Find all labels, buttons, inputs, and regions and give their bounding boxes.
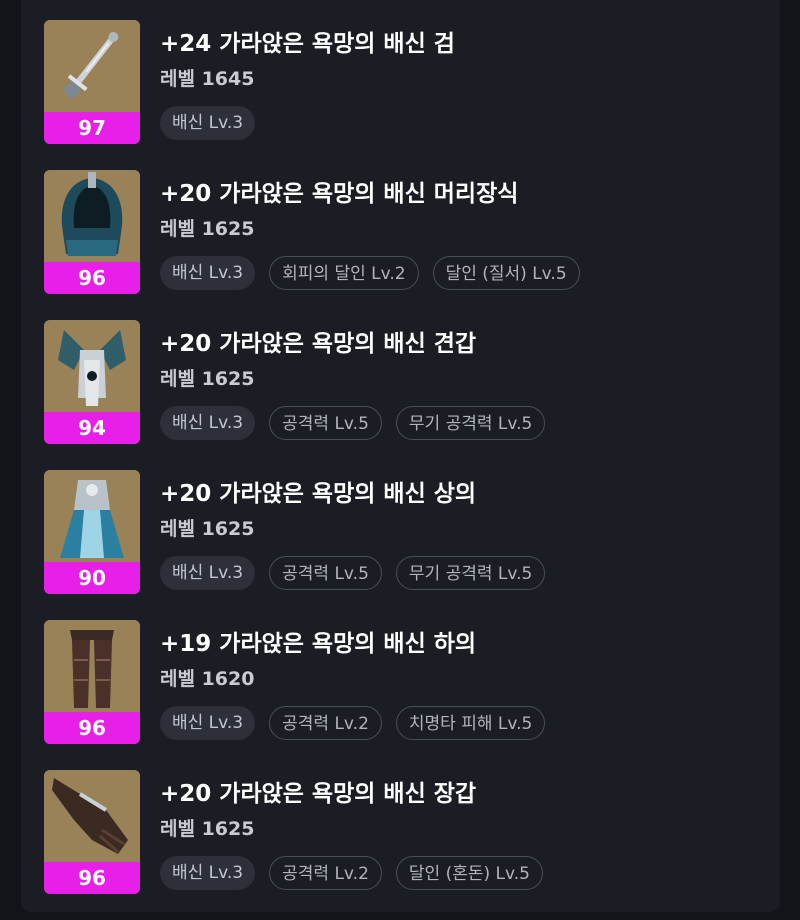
item-thumbnail[interactable]: 96	[44, 620, 140, 744]
tag-engraving: 무기 공격력 Lv.5	[395, 556, 546, 590]
item-name: +24 가라앉은 욕망의 배신 검	[160, 31, 455, 57]
tag-engraving: 공격력 Lv.5	[269, 556, 382, 590]
equipment-item-shoulder[interactable]: 94 +20 가라앉은 욕망의 배신 견갑 레벨 1625 배신 Lv.3 공격…	[44, 320, 764, 444]
tag-engraving: 치명타 피해 Lv.5	[395, 706, 546, 740]
item-tags: 배신 Lv.3 공격력 Lv.2 달인 (혼돈) Lv.5	[160, 856, 543, 890]
equipment-item-legs[interactable]: 96 +19 가라앉은 욕망의 배신 하의 레벨 1620 배신 Lv.3 공격…	[44, 620, 764, 744]
item-tags: 배신 Lv.3 회피의 달인 Lv.2 달인 (질서) Lv.5	[160, 256, 580, 290]
item-thumbnail[interactable]: 96	[44, 170, 140, 294]
item-level: 레벨 1625	[160, 818, 255, 840]
item-thumbnail[interactable]: 97	[44, 20, 140, 144]
item-thumbnail[interactable]: 94	[44, 320, 140, 444]
item-name: +20 가라앉은 욕망의 배신 견갑	[160, 331, 477, 357]
item-tags: 배신 Lv.3 공격력 Lv.2 치명타 피해 Lv.5	[160, 706, 546, 740]
item-level: 레벨 1645	[160, 68, 255, 90]
item-level: 레벨 1620	[160, 668, 255, 690]
tag-set-effect: 배신 Lv.3	[160, 556, 256, 590]
tag-engraving: 회피의 달인 Lv.2	[269, 256, 419, 290]
tag-engraving: 무기 공격력 Lv.5	[395, 406, 546, 440]
item-name: +19 가라앉은 욕망의 배신 하의	[160, 631, 477, 657]
leg-armor-icon	[44, 620, 140, 712]
equipment-item-gloves[interactable]: 96 +20 가라앉은 욕망의 배신 장갑 레벨 1625 배신 Lv.3 공격…	[44, 770, 764, 894]
quality-badge: 96	[44, 862, 140, 894]
item-tags: 배신 Lv.3	[160, 106, 256, 140]
item-tags: 배신 Lv.3 공격력 Lv.5 무기 공격력 Lv.5	[160, 556, 546, 590]
equipment-item-chest[interactable]: 90 +20 가라앉은 욕망의 배신 상의 레벨 1625 배신 Lv.3 공격…	[44, 470, 764, 594]
tag-set-effect: 배신 Lv.3	[160, 106, 256, 140]
quality-badge: 96	[44, 712, 140, 744]
quality-badge: 97	[44, 112, 140, 144]
item-name: +20 가라앉은 욕망의 배신 머리장식	[160, 181, 519, 207]
tag-set-effect: 배신 Lv.3	[160, 256, 256, 290]
item-thumbnail[interactable]: 96	[44, 770, 140, 894]
item-level: 레벨 1625	[160, 368, 255, 390]
tag-set-effect: 배신 Lv.3	[160, 406, 256, 440]
tag-engraving: 공격력 Lv.2	[269, 856, 382, 890]
shoulder-armor-icon	[44, 320, 140, 412]
quality-badge: 90	[44, 562, 140, 594]
equipment-panel: 97 +24 가라앉은 욕망의 배신 검 레벨 1645 배신 Lv.3 96 …	[21, 0, 780, 912]
tag-engraving: 달인 (질서) Lv.5	[432, 256, 580, 290]
tag-set-effect: 배신 Lv.3	[160, 706, 256, 740]
equipment-item-weapon[interactable]: 97 +24 가라앉은 욕망의 배신 검 레벨 1645 배신 Lv.3	[44, 20, 764, 144]
tag-engraving: 달인 (혼돈) Lv.5	[395, 856, 543, 890]
item-level: 레벨 1625	[160, 218, 255, 240]
item-level: 레벨 1625	[160, 518, 255, 540]
helmet-icon	[44, 170, 140, 262]
tag-engraving: 공격력 Lv.2	[269, 706, 382, 740]
tag-set-effect: 배신 Lv.3	[160, 856, 256, 890]
chest-armor-icon	[44, 470, 140, 562]
quality-badge: 94	[44, 412, 140, 444]
glove-icon	[44, 770, 140, 862]
item-thumbnail[interactable]: 90	[44, 470, 140, 594]
item-name: +20 가라앉은 욕망의 배신 상의	[160, 481, 477, 507]
tag-engraving: 공격력 Lv.5	[269, 406, 382, 440]
sword-icon	[44, 20, 140, 112]
item-name: +20 가라앉은 욕망의 배신 장갑	[160, 781, 477, 807]
quality-badge: 96	[44, 262, 140, 294]
equipment-item-head[interactable]: 96 +20 가라앉은 욕망의 배신 머리장식 레벨 1625 배신 Lv.3 …	[44, 170, 764, 294]
item-tags: 배신 Lv.3 공격력 Lv.5 무기 공격력 Lv.5	[160, 406, 546, 440]
